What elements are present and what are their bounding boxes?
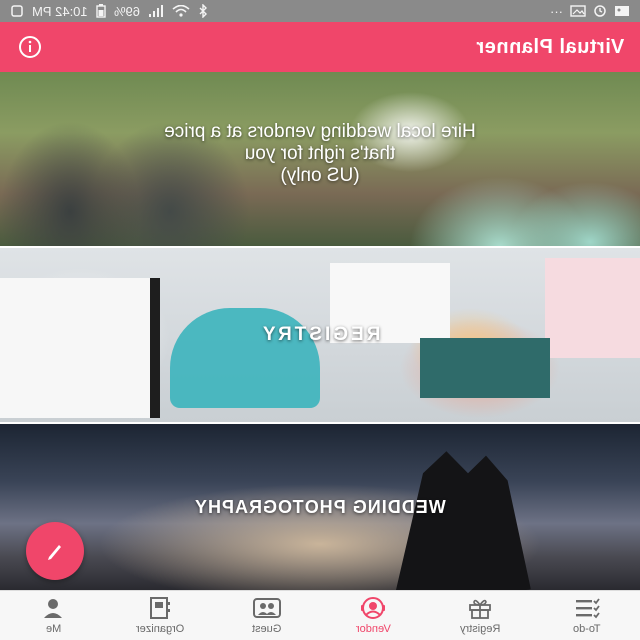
info-icon	[19, 36, 41, 58]
photography-banner[interactable]: WEDDING PHOTOGRAPHY	[0, 424, 640, 590]
info-button[interactable]	[16, 33, 44, 61]
nav-item-me[interactable]: Me	[8, 596, 98, 635]
checklist-icon	[574, 596, 600, 620]
battery-icon	[95, 4, 106, 18]
battery-percent: 69%	[113, 3, 140, 19]
vendor-icon	[360, 596, 386, 620]
vendors-banner-line-3: (US only)	[280, 165, 360, 186]
nav-label-organizer: Organizer	[135, 623, 185, 635]
wifi-icon	[172, 5, 190, 17]
guest-icon	[252, 596, 282, 620]
nav-item-todo[interactable]: To-do	[542, 596, 632, 635]
vendors-banner[interactable]: Hire local wedding vendors at a price th…	[0, 72, 640, 246]
bottom-nav: Me Organizer Guest Vendor Registry To-do	[0, 590, 640, 640]
sync-icon	[593, 4, 607, 18]
signal-icon	[148, 5, 164, 17]
person-icon	[41, 596, 65, 620]
gift-icon	[467, 596, 493, 620]
nav-label-me: Me	[45, 623, 61, 635]
gift-box-image	[420, 338, 550, 398]
nav-item-organizer[interactable]: Organizer	[115, 596, 205, 635]
photography-banner-text: WEDDING PHOTOGRAPHY	[194, 496, 446, 517]
nav-item-registry[interactable]: Registry	[435, 596, 525, 635]
nav-item-vendor[interactable]: Vendor	[328, 596, 418, 635]
notification-icon	[10, 4, 24, 18]
status-bar: 10:42 PM 69% ···	[0, 0, 640, 22]
registry-banner[interactable]: REGISTRY	[0, 248, 640, 422]
app-bar: Virtual Planner	[0, 22, 640, 72]
stand-mixer-image	[170, 308, 320, 408]
vendors-banner-text: Hire local wedding vendors at a price th…	[140, 121, 500, 187]
status-overflow: ···	[550, 3, 563, 19]
nav-label-todo: To-do	[572, 623, 601, 635]
nav-label-registry: Registry	[459, 623, 501, 635]
pencil-icon	[48, 545, 61, 560]
organizer-icon	[147, 596, 173, 620]
registry-banner-text: REGISTRY	[259, 324, 381, 345]
nav-item-guest[interactable]: Guest	[222, 596, 312, 635]
image-icon	[570, 5, 586, 17]
edit-fab-button[interactable]	[26, 522, 84, 580]
gift-box-image	[0, 278, 160, 418]
vendors-banner-line-1: Hire local wedding vendors at a price	[164, 121, 476, 142]
gift-box-image	[545, 258, 640, 358]
nav-label-vendor: Vendor	[355, 623, 391, 635]
vendors-banner-line-2: that's right for you	[244, 143, 396, 164]
app-title: Virtual Planner	[475, 35, 624, 58]
bluetooth-icon	[198, 4, 208, 18]
status-time: 10:42 PM	[32, 3, 88, 19]
nav-label-guest: Guest	[251, 623, 282, 635]
gallery-icon	[614, 5, 630, 17]
